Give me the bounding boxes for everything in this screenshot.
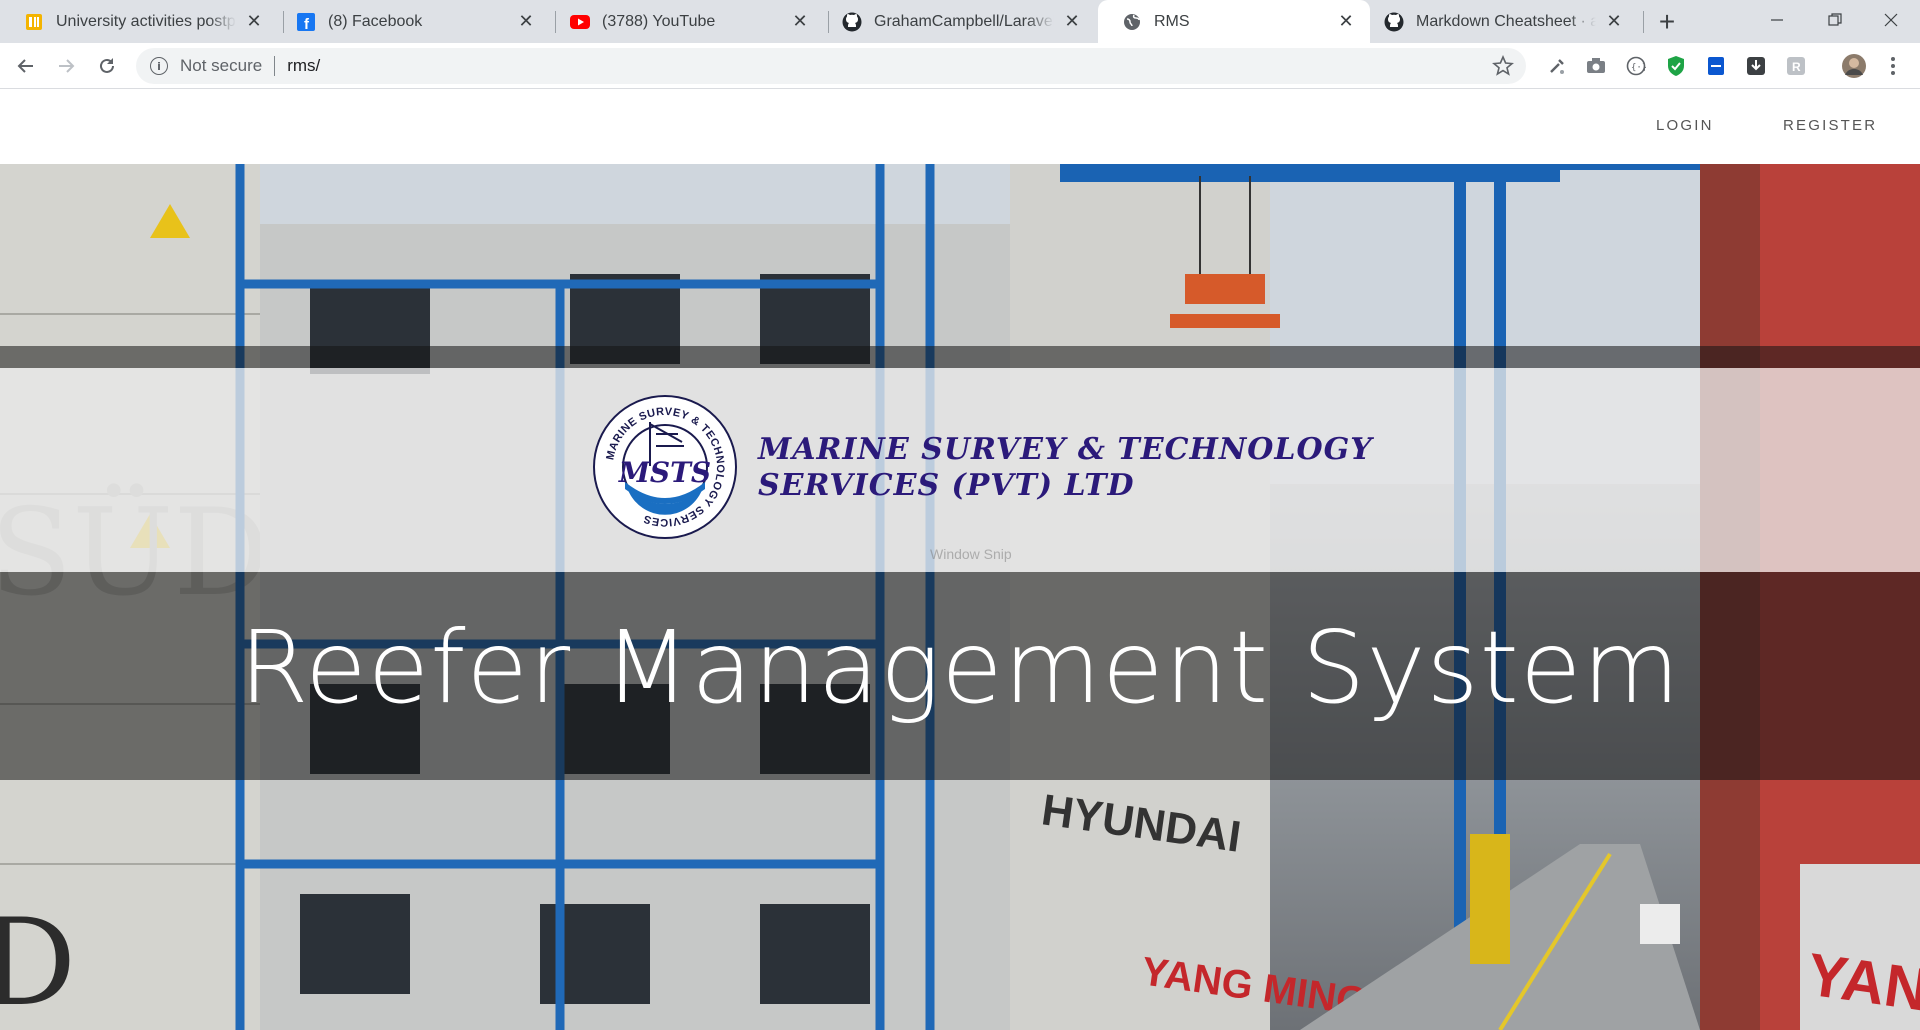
blue-extension-icon[interactable] [1705,55,1727,77]
tab-markdown-cheatsheet[interactable]: Markdown Cheatsheet · adam-p ✕ [1360,0,1638,43]
svg-text:D: D [0,894,76,1030]
tab-facebook[interactable]: f (8) Facebook ✕ [272,0,550,43]
close-icon[interactable]: ✕ [244,11,264,32]
camera-extension-icon[interactable] [1585,55,1607,77]
close-icon [1884,13,1898,27]
restore-button[interactable] [1806,0,1864,40]
forward-button[interactable] [50,50,82,82]
avatar[interactable] [1841,53,1867,79]
reload-button[interactable] [91,50,123,82]
register-link[interactable]: REGISTER [1783,117,1877,134]
arrow-left-icon [17,59,33,73]
tab-title: University activities postponed [56,12,236,30]
close-icon[interactable]: ✕ [1336,11,1356,32]
facebook-icon: f [296,12,316,32]
url-text[interactable]: rms/ [287,56,320,76]
security-label: Not secure [180,56,263,75]
github-icon [1384,12,1404,32]
tab-divider [1643,11,1644,33]
page-content: LOGIN REGISTER SÜD D [0,90,1920,1030]
company-name-line1: MARINE SURVEY & TECHNOLOGY [758,432,1373,467]
document-icon [24,12,44,32]
page-title: Reefer Management System [239,609,1681,726]
arrow-right-icon [59,59,75,73]
reload-icon [100,58,114,73]
download-extension-icon[interactable] [1745,55,1767,77]
browser-toolbar: i Not secure rms/ {·} R [0,43,1920,89]
svg-text:R: R [1792,60,1801,74]
shield-extension-icon[interactable] [1665,55,1687,77]
back-button[interactable] [10,50,42,82]
browser-tab-strip: University activities postponed ✕ f (8) … [0,0,1920,43]
company-logo: MARINE SURVEY & TECHNOLOGY SERVICES MSTS [592,394,738,540]
address-divider [274,56,276,76]
minimize-icon [1771,19,1783,21]
svg-text:{·}: {·} [1631,63,1646,73]
tab-github-laravel[interactable]: GrahamCampbell/Laravel-Markdown ✕ [818,0,1096,43]
close-icon[interactable]: ✕ [790,11,810,32]
tab-youtube[interactable]: (3788) YouTube ✕ [546,0,824,43]
address-bar[interactable]: i Not secure rms/ [136,48,1526,84]
tab-university[interactable]: University activities postponed ✕ [0,0,278,43]
restore-icon [1828,13,1842,26]
minimize-button[interactable] [1748,0,1806,40]
tab-rms[interactable]: RMS ✕ [1098,0,1370,43]
svg-text:MSTS: MSTS [618,456,711,489]
info-icon[interactable]: i [150,57,168,75]
login-link[interactable]: LOGIN [1656,117,1714,134]
tab-title: Markdown Cheatsheet · adam-p [1416,12,1596,30]
tab-title: RMS [1154,12,1190,30]
bookmark-star-icon[interactable] [1492,55,1514,77]
tab-title: (3788) YouTube [602,12,716,30]
r-extension-icon[interactable]: R [1785,55,1807,77]
hero-section: SÜD D HYUNDAI YANG MING [0,164,1920,1030]
code-extension-icon[interactable]: {·} [1625,55,1647,77]
new-tab-button[interactable]: + [1653,8,1681,36]
globe-icon [1122,12,1142,32]
tab-title: (8) Facebook [328,12,423,30]
site-navbar: LOGIN REGISTER [0,90,1920,164]
github-icon [842,12,862,32]
close-icon[interactable]: ✕ [1062,11,1082,32]
youtube-icon [570,12,590,32]
eyedropper-extension-icon[interactable] [1546,55,1568,77]
close-window-button[interactable] [1862,0,1920,40]
close-icon[interactable]: ✕ [516,11,536,32]
company-name-line2: SERVICES (PVT) LTD [758,468,1135,503]
hero-dark-band-top [0,346,1920,368]
snip-watermark: Window Snip [930,546,1012,562]
company-name: MARINE SURVEY & TECHNOLOGY SERVICES (PVT… [758,432,1373,504]
tab-title: GrahamCampbell/Laravel-Markdown [874,12,1054,30]
close-icon[interactable]: ✕ [1604,11,1624,32]
menu-kebab-icon[interactable] [1882,55,1904,77]
